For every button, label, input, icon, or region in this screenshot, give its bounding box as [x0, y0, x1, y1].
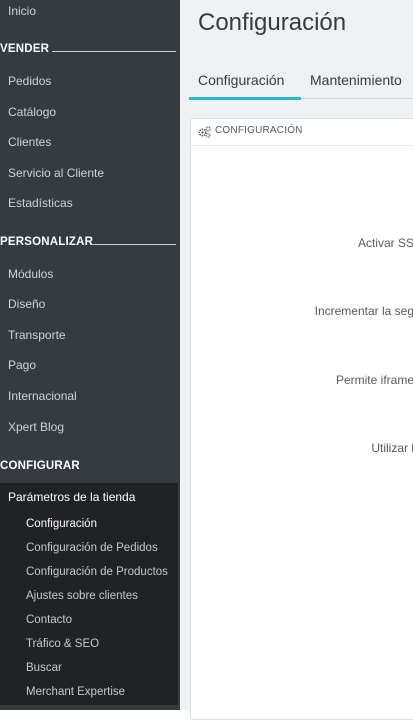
- configuration-panel: CONFIGURACIÓN Activar SS Incrementar la …: [190, 118, 413, 720]
- section-title: CONFIGURAR: [0, 460, 80, 472]
- label-activar-ssl: Activar SS: [357, 236, 413, 250]
- submenu-item-ajustes-clientes[interactable]: Ajustes sobre clientes: [26, 590, 138, 602]
- label-permite-iframes: Permite iframe: [335, 373, 413, 387]
- submenu-item-configuracion[interactable]: Configuración: [26, 518, 97, 530]
- nav-item-parametros-tienda[interactable]: Parámetros de la tienda: [8, 490, 135, 504]
- nav-item-catalogo[interactable]: Catálogo: [8, 105, 56, 119]
- nav-item-pedidos[interactable]: Pedidos: [8, 74, 51, 88]
- section-title: VENDER: [0, 43, 50, 55]
- tab-bar: Configuración Mantenimiento: [189, 64, 413, 100]
- nav-item-pago[interactable]: Pago: [8, 358, 36, 372]
- tab-mantenimiento[interactable]: Mantenimiento: [310, 72, 402, 88]
- page-title: Configuración: [198, 9, 347, 36]
- submenu-item-configuracion-productos[interactable]: Configuración de Productos: [26, 566, 168, 578]
- active-tab-indicator: [189, 97, 301, 100]
- submenu-item-merchant-expertise[interactable]: Merchant Expertise: [26, 686, 125, 698]
- section-divider: [90, 244, 176, 245]
- nav-item-internacional[interactable]: Internacional: [8, 389, 77, 403]
- label-utilizar: Utilizar l: [371, 441, 413, 455]
- nav-item-servicio-cliente[interactable]: Servicio al Cliente: [8, 166, 104, 180]
- tab-configuracion[interactable]: Configuración: [198, 72, 284, 88]
- breadcrumb: [199, 0, 239, 2]
- nav-item-inicio[interactable]: Inicio: [8, 4, 36, 18]
- nav-item-xpert-blog[interactable]: Xpert Blog: [8, 420, 64, 434]
- section-personalizar: PERSONALIZAR: [0, 236, 176, 252]
- sidebar: Inicio VENDER Pedidos Catálogo Clientes …: [0, 0, 180, 710]
- label-incrementar-seguridad: Incrementar la seg: [314, 304, 413, 318]
- section-vender: VENDER: [0, 43, 176, 59]
- submenu-parametros-tienda: Parámetros de la tienda Configuración Co…: [0, 483, 178, 705]
- section-title: PERSONALIZAR: [0, 236, 94, 248]
- nav-item-transporte[interactable]: Transporte: [8, 328, 66, 342]
- main-content: Configuración Configuración Mantenimient…: [180, 0, 413, 720]
- nav-item-estadisticas[interactable]: Estadísticas: [8, 196, 73, 210]
- submenu-item-trafico-seo[interactable]: Tráfico & SEO: [26, 638, 99, 650]
- submenu-item-buscar[interactable]: Buscar: [26, 662, 62, 674]
- nav-item-clientes[interactable]: Clientes: [8, 135, 51, 149]
- panel-body: Activar SS Incrementar la seg Permite if…: [191, 119, 413, 719]
- nav-item-diseno[interactable]: Diseño: [8, 297, 45, 311]
- nav-item-modulos[interactable]: Módulos: [8, 267, 53, 281]
- submenu-item-configuracion-pedidos[interactable]: Configuración de Pedidos: [26, 542, 158, 554]
- submenu-item-contacto[interactable]: Contacto: [26, 614, 72, 626]
- section-divider: [52, 51, 176, 52]
- section-configurar: CONFIGURAR: [0, 460, 176, 476]
